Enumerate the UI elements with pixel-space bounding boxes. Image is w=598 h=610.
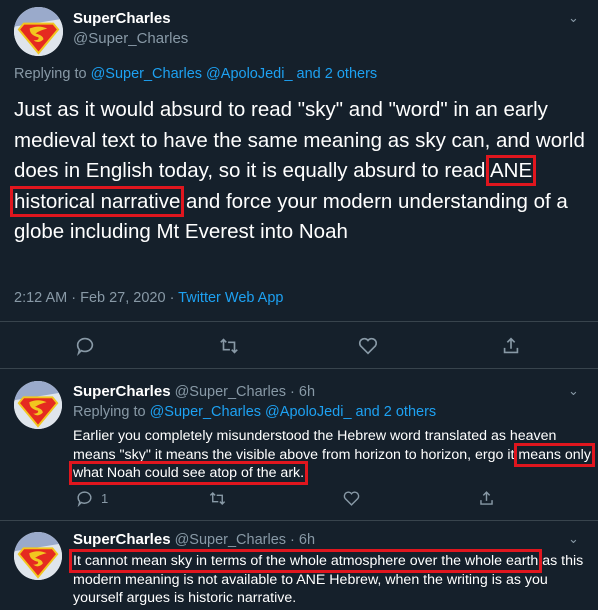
divider (0, 368, 598, 369)
author-name[interactable]: SuperCharles (73, 383, 171, 400)
tweet-source[interactable]: Twitter Web App (178, 290, 283, 306)
divider (0, 520, 598, 521)
retweet-icon[interactable] (208, 489, 227, 508)
reply-header: SuperCharles @Super_Charles · 6h (73, 531, 315, 548)
replying-to-mentions[interactable]: @Super_Charles @ApoloJedi_ and 2 others (150, 404, 437, 420)
highlighted-phrase: It cannot mean sky in terms of the whole… (68, 549, 543, 573)
replying-prefix: Replying to (73, 404, 150, 420)
share-icon[interactable] (477, 489, 496, 508)
chevron-down-icon[interactable]: ⌄ (568, 531, 579, 547)
divider (0, 321, 598, 322)
reply-text-before: Earlier you completely misunderstood the… (73, 428, 557, 463)
share-icon[interactable] (500, 335, 522, 357)
superman-avatar[interactable] (14, 381, 62, 429)
author-handle-time[interactable]: @Super_Charles · 6h (175, 384, 315, 400)
like-icon[interactable] (357, 335, 379, 357)
reply-header: SuperCharles @Super_Charles · 6h (73, 383, 315, 400)
replying-to-mentions[interactable]: @Super_Charles @ApoloJedi_ and 2 others (91, 66, 378, 82)
author-name[interactable]: SuperCharles (73, 10, 171, 27)
replying-to-line: Replying to @Super_Charles @ApoloJedi_ a… (14, 66, 377, 82)
reply-icon[interactable] (74, 335, 96, 357)
author-name[interactable]: SuperCharles (73, 531, 171, 548)
author-handle[interactable]: @Super_Charles (73, 30, 188, 47)
like-icon[interactable] (342, 489, 361, 508)
reply-text: Earlier you completely misunderstood the… (69, 427, 595, 485)
replying-prefix: Replying to (14, 66, 91, 82)
tweet-meta: 2:12 AM · Feb 27, 2020 · Twitter Web App (14, 290, 283, 306)
author-handle-time[interactable]: @Super_Charles · 6h (175, 532, 315, 548)
reply-text: It cannot mean sky in terms of the whole… (68, 549, 593, 608)
replying-to-line: Replying to @Super_Charles @ApoloJedi_ a… (73, 404, 436, 420)
superman-avatar[interactable] (14, 7, 63, 56)
reply-count: 1 (101, 491, 109, 506)
reply-icon[interactable] (75, 489, 94, 508)
chevron-down-icon[interactable]: ⌄ (568, 383, 579, 399)
tweet-text: Just as it would absurd to read "sky" an… (9, 95, 589, 248)
chevron-down-icon[interactable]: ⌄ (568, 10, 579, 26)
tweet-timestamp[interactable]: 2:12 AM · Feb 27, 2020 · (14, 290, 178, 306)
superman-avatar[interactable] (14, 532, 62, 580)
retweet-icon[interactable] (218, 335, 240, 357)
